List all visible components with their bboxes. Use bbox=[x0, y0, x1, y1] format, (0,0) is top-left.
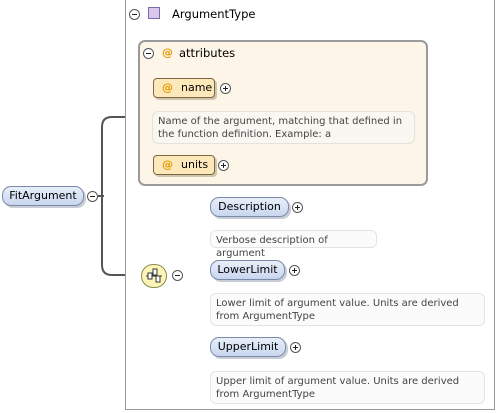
sequence-compositor[interactable] bbox=[141, 264, 167, 288]
type-label: ArgumentType bbox=[172, 7, 256, 21]
element-upperlimit[interactable]: UpperLimit bbox=[210, 337, 286, 357]
attribute-icon: @ bbox=[162, 46, 173, 59]
expand-lowerlimit-toggle[interactable] bbox=[289, 265, 300, 276]
expand-upperlimit-toggle[interactable] bbox=[290, 342, 301, 353]
element-fitargument[interactable]: FitArgument bbox=[2, 186, 84, 206]
expand-name-toggle[interactable] bbox=[220, 83, 231, 94]
collapse-fitargument-toggle[interactable] bbox=[87, 191, 98, 202]
sequence-icon bbox=[146, 268, 162, 283]
description-doc: Verbose description of argument bbox=[210, 230, 377, 259]
complex-type-icon bbox=[148, 7, 160, 19]
expand-units-toggle[interactable] bbox=[218, 160, 229, 171]
expand-description-toggle[interactable] bbox=[292, 202, 303, 213]
element-lowerlimit[interactable]: LowerLimit bbox=[210, 260, 285, 280]
element-description[interactable]: Description bbox=[210, 197, 289, 217]
attributes-label: attributes bbox=[179, 46, 236, 60]
attribute-units-label: units bbox=[181, 158, 209, 171]
attribute-name-label: name bbox=[181, 81, 213, 94]
collapse-type-toggle[interactable] bbox=[129, 9, 140, 20]
collapse-attributes-toggle[interactable] bbox=[143, 48, 154, 59]
attribute-name[interactable]: @ name bbox=[153, 78, 215, 98]
collapse-sequence-toggle[interactable] bbox=[172, 270, 183, 281]
attribute-units[interactable]: @ units bbox=[153, 155, 215, 175]
attribute-icon: @ bbox=[162, 81, 173, 94]
attribute-icon: @ bbox=[162, 158, 173, 171]
upperlimit-doc: Upper limit of argument value. Units are… bbox=[210, 371, 485, 404]
lowerlimit-doc: Lower limit of argument value. Units are… bbox=[210, 293, 485, 326]
attribute-name-doc: Name of the argument, matching that defi… bbox=[152, 111, 415, 144]
